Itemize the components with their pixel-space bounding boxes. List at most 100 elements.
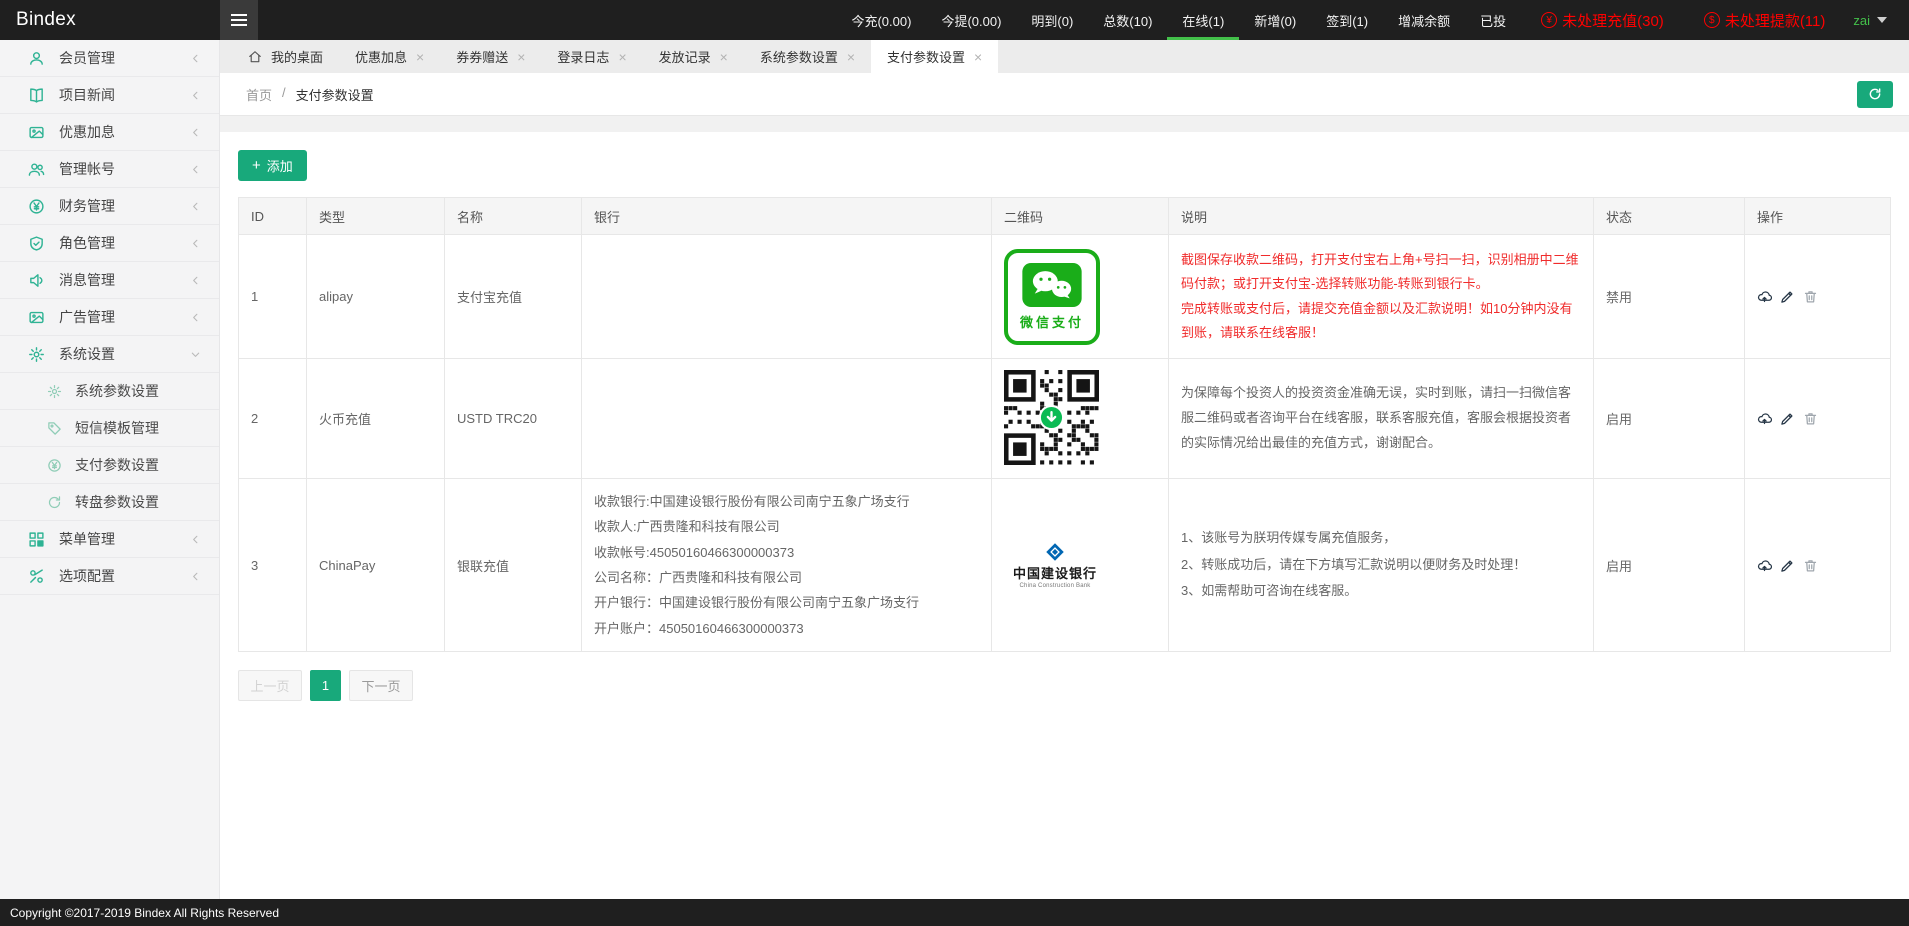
cell-bank: 收款银行:中国建设银行股份有限公司南宁五象广场支行 收款人:广西贵隆和科技有限公… xyxy=(581,477,992,653)
cloud-upload-icon[interactable] xyxy=(1757,289,1772,304)
sidebar-toggle-button[interactable] xyxy=(220,0,258,40)
stat-today-deposit[interactable]: 今充(0.00) xyxy=(836,0,926,40)
tag-icon xyxy=(48,421,61,435)
sidebar-item-system-settings[interactable]: 系统设置 xyxy=(0,336,219,373)
chevron-left-icon xyxy=(193,572,198,580)
tools-icon xyxy=(30,568,43,583)
cell-status: 禁用 xyxy=(1593,234,1745,359)
pending-withdrawals-label: 未处理提款(11) xyxy=(1724,12,1826,30)
prev-page-button[interactable]: 上一页 xyxy=(238,670,302,702)
breadcrumb-separator: / xyxy=(282,84,286,100)
page-1-button[interactable]: 1 xyxy=(310,670,341,702)
tab-my-desktop[interactable]: 我的桌面 xyxy=(232,40,339,73)
content-gap xyxy=(220,116,1909,132)
sidebar-item-finance[interactable]: 财务管理 xyxy=(0,188,219,225)
tab-system-params[interactable]: 系统参数设置 × xyxy=(744,40,871,73)
cell-type: ChinaPay xyxy=(306,477,445,653)
table-row: 3 ChinaPay 银联充值 收款银行:中国建设银行股份有限公司南宁五象广场支… xyxy=(238,477,1891,653)
delete-icon[interactable] xyxy=(1803,411,1818,426)
cell-name: 银联充值 xyxy=(444,477,582,653)
close-icon[interactable]: × xyxy=(618,49,626,65)
close-icon[interactable]: × xyxy=(974,49,982,65)
plus-icon: + xyxy=(252,157,261,174)
refresh-icon xyxy=(48,495,61,508)
user-menu[interactable]: zai xyxy=(1845,0,1909,40)
edit-icon[interactable] xyxy=(1780,289,1795,304)
stat-today-withdraw[interactable]: 今提(0.00) xyxy=(926,0,1016,40)
sidebar-item-sms-templates[interactable]: 短信模板管理 xyxy=(0,410,219,447)
stat-signin[interactable]: 签到(1) xyxy=(1311,0,1383,40)
cloud-upload-icon[interactable] xyxy=(1757,558,1772,573)
edit-icon[interactable] xyxy=(1780,411,1795,426)
cell-bank xyxy=(581,358,992,479)
sidebar-item-ads[interactable]: 广告管理 xyxy=(0,299,219,336)
breadcrumb-bar: 首页 / 支付参数设置 xyxy=(220,73,1909,116)
edit-icon[interactable] xyxy=(1780,558,1795,573)
sidebar-item-wheel-params[interactable]: 转盘参数设置 xyxy=(0,484,219,521)
tab-coupon-gift[interactable]: 券券赠送 × xyxy=(440,40,541,73)
tab-promo-interest[interactable]: 优惠加息 × xyxy=(339,40,440,73)
pagination: 上一页 1 下一页 xyxy=(238,670,1891,702)
cell-id: 1 xyxy=(238,234,307,359)
breadcrumb-home-link[interactable]: 首页 xyxy=(246,85,272,104)
delete-icon[interactable] xyxy=(1803,289,1818,304)
image-icon xyxy=(29,126,44,138)
close-icon[interactable]: × xyxy=(720,49,728,65)
cell-description: 截图保存收款二维码，打开支付宝右上角+号扫一扫，识别相册中二维码付款；或打开支付… xyxy=(1168,234,1594,359)
stat-online[interactable]: 在线(1) xyxy=(1167,0,1240,40)
sidebar-item-project-news[interactable]: 项目新闻 xyxy=(0,77,219,114)
wechat-pay-logo: 微信支付 xyxy=(1004,248,1100,345)
pending-deposits-alert[interactable]: ¥ 未处理充值(30) xyxy=(1521,0,1684,40)
cloud-upload-icon[interactable] xyxy=(1757,411,1772,426)
cell-actions xyxy=(1744,477,1891,653)
stat-total[interactable]: 总数(10) xyxy=(1088,0,1167,40)
col-header-type: 类型 xyxy=(306,197,445,235)
delete-icon[interactable] xyxy=(1803,558,1818,573)
tab-payment-params[interactable]: 支付参数设置 × xyxy=(871,40,999,73)
sidebar-item-messages[interactable]: 消息管理 xyxy=(0,262,219,299)
refresh-icon xyxy=(1869,88,1881,100)
system-settings-submenu: 系统参数设置 短信模板管理 支付参数设置 转盘参数设置 xyxy=(0,373,219,521)
col-header-actions: 操作 xyxy=(1744,197,1891,235)
dollar-coin-icon: $ xyxy=(1703,12,1720,28)
username: zai xyxy=(1853,12,1870,28)
qr-code-image xyxy=(1004,369,1099,465)
cell-bank xyxy=(581,234,992,359)
stat-adjust-balance[interactable]: 增减余额 xyxy=(1383,0,1465,40)
next-page-button[interactable]: 下一页 xyxy=(349,670,413,702)
copyright-text: Copyright ©2017-2019 Bindex All Rights R… xyxy=(10,905,279,920)
tab-issue-records[interactable]: 发放记录 × xyxy=(643,40,744,73)
sidebar-item-system-params[interactable]: 系统参数设置 xyxy=(0,373,219,410)
close-icon[interactable]: × xyxy=(416,49,424,65)
home-icon xyxy=(249,50,261,62)
table-header-row: ID 类型 名称 银行 二维码 说明 状态 操作 xyxy=(238,197,1891,235)
tab-login-log[interactable]: 登录日志 × xyxy=(541,40,642,73)
sidebar-item-roles[interactable]: 角色管理 xyxy=(0,225,219,262)
stat-due-tomorrow[interactable]: 明到(0) xyxy=(1016,0,1088,40)
cell-actions xyxy=(1744,234,1891,359)
close-icon[interactable]: × xyxy=(517,49,525,65)
cell-description: 为保障每个投资人的投资资金准确无误，实时到账，请扫一扫微信客服二维码或者咨询平台… xyxy=(1168,358,1594,479)
cell-qrcode: 中国建设银行 China Construction Bank xyxy=(991,477,1169,653)
wechat-bubbles-icon xyxy=(1022,262,1082,307)
top-header: Bindex 今充(0.00) 今提(0.00) 明到(0) 总数(10) 在线… xyxy=(0,0,1909,40)
wechat-pay-label: 微信支付 xyxy=(1019,314,1084,330)
hamburger-icon xyxy=(231,14,247,16)
sidebar-item-promo-interest[interactable]: 优惠加息 xyxy=(0,114,219,151)
chevron-left-icon xyxy=(193,54,198,62)
cell-type: 火币充值 xyxy=(306,358,445,479)
pending-withdrawals-alert[interactable]: $ 未处理提款(11) xyxy=(1684,0,1846,40)
add-button[interactable]: + 添加 xyxy=(238,150,307,181)
sidebar-item-menu-management[interactable]: 菜单管理 xyxy=(0,521,219,558)
sidebar-item-payment-params[interactable]: 支付参数设置 xyxy=(0,447,219,484)
admin-app: Bindex 今充(0.00) 今提(0.00) 明到(0) 总数(10) 在线… xyxy=(0,0,1909,926)
sidebar-item-admin-accounts[interactable]: 管理帐号 xyxy=(0,151,219,188)
sidebar-item-members[interactable]: 会员管理 xyxy=(0,40,219,77)
stat-new[interactable]: 新增(0) xyxy=(1239,0,1311,40)
book-icon xyxy=(30,87,43,103)
sidebar-item-options-config[interactable]: 选项配置 xyxy=(0,558,219,595)
stat-invested[interactable]: 已投 xyxy=(1465,0,1521,40)
sidebar-nav: 会员管理 项目新闻 优惠加息 管理帐号 财务管理 角色管理 消息管理 广告管理 … xyxy=(0,40,220,899)
refresh-button[interactable] xyxy=(1857,80,1893,108)
close-icon[interactable]: × xyxy=(847,49,855,65)
